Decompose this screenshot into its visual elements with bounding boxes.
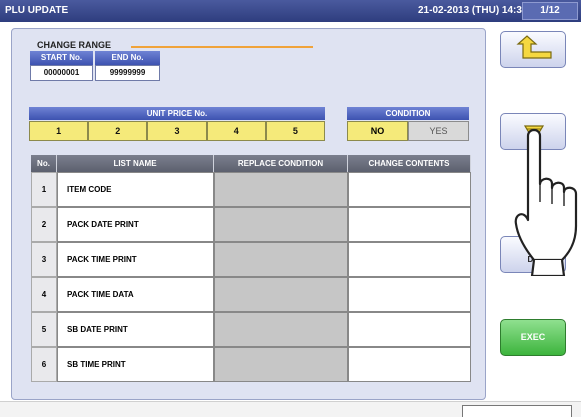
unit-price-option-2[interactable]: 2 (88, 121, 148, 141)
start-no-field[interactable]: 00000001 (30, 65, 93, 81)
table-row[interactable]: 6 SB TIME PRINT (31, 347, 471, 382)
table-row[interactable]: 1 ITEM CODE (31, 172, 471, 207)
condition-no-option[interactable]: NO (347, 121, 408, 141)
col-header-list-name: LIST NAME (57, 155, 214, 172)
row-replace-condition[interactable] (214, 312, 348, 347)
row-list-name: PACK TIME PRINT (57, 242, 214, 277)
window-title: PLU UPDATE (5, 5, 69, 16)
row-change-contents[interactable] (348, 277, 471, 312)
unit-price-option-5[interactable]: 5 (265, 121, 326, 141)
row-number: 1 (31, 172, 57, 207)
table-row[interactable]: 2 PACK DATE PRINT (31, 207, 471, 242)
bottom-tab (462, 405, 572, 417)
table-row[interactable]: 5 SB DATE PRINT (31, 312, 471, 347)
unit-price-option-1[interactable]: 1 (29, 121, 89, 141)
list-header-row: No. LIST NAME REPLACE CONDITION CHANGE C… (31, 155, 471, 172)
row-list-name: PACK TIME DATA (57, 277, 214, 312)
unit-price-option-3[interactable]: 3 (147, 121, 207, 141)
page-indicator: 1/12 (522, 2, 578, 20)
row-number: 6 (31, 347, 57, 382)
row-replace-condition[interactable] (214, 347, 348, 382)
start-no-header: START No. (30, 51, 93, 65)
row-change-contents[interactable] (348, 172, 471, 207)
row-replace-condition[interactable] (214, 172, 348, 207)
row-change-contents[interactable] (348, 312, 471, 347)
datetime-display: 21-02-2013 (THU) 14:31 (418, 5, 528, 16)
unit-price-selector: 1 2 3 4 5 (29, 121, 326, 141)
back-button[interactable] (500, 31, 566, 68)
row-change-contents[interactable] (348, 347, 471, 382)
col-header-no: No. (31, 155, 57, 172)
end-no-header: END No. (95, 51, 160, 65)
row-change-contents[interactable] (348, 207, 471, 242)
exec-button[interactable]: EXEC (500, 319, 566, 356)
row-number: 3 (31, 242, 57, 277)
unit-price-option-4[interactable]: 4 (206, 121, 266, 141)
change-range-label: CHANGE RANGE (37, 40, 112, 50)
row-list-name: SB TIME PRINT (57, 347, 214, 382)
row-number: 2 (31, 207, 57, 242)
end-no-field[interactable]: 99999999 (95, 65, 160, 81)
row-list-name: ITEM CODE (57, 172, 214, 207)
return-arrow-icon (516, 35, 552, 59)
pointing-hand-icon (514, 128, 578, 276)
change-range-divider (131, 46, 313, 48)
unit-price-header: UNIT PRICE No. (29, 107, 325, 120)
table-row[interactable]: 4 PACK TIME DATA (31, 277, 471, 312)
col-header-replace-condition: REPLACE CONDITION (214, 155, 348, 172)
row-replace-condition[interactable] (214, 207, 348, 242)
title-bar: PLU UPDATE 21-02-2013 (THU) 14:31 1/12 (0, 0, 581, 22)
plu-update-screen: PLU UPDATE 21-02-2013 (THU) 14:31 1/12 C… (0, 0, 581, 417)
condition-header: CONDITION (347, 107, 469, 120)
row-replace-condition[interactable] (214, 242, 348, 277)
row-list-name: SB DATE PRINT (57, 312, 214, 347)
condition-selector: NO YES (347, 121, 469, 141)
row-number: 5 (31, 312, 57, 347)
condition-yes-option[interactable]: YES (408, 121, 469, 141)
row-number: 4 (31, 277, 57, 312)
col-header-change-contents: CHANGE CONTENTS (348, 155, 471, 172)
row-change-contents[interactable] (348, 242, 471, 277)
row-replace-condition[interactable] (214, 277, 348, 312)
table-row[interactable]: 3 PACK TIME PRINT (31, 242, 471, 277)
row-list-name: PACK DATE PRINT (57, 207, 214, 242)
list-table: No. LIST NAME REPLACE CONDITION CHANGE C… (31, 155, 471, 382)
